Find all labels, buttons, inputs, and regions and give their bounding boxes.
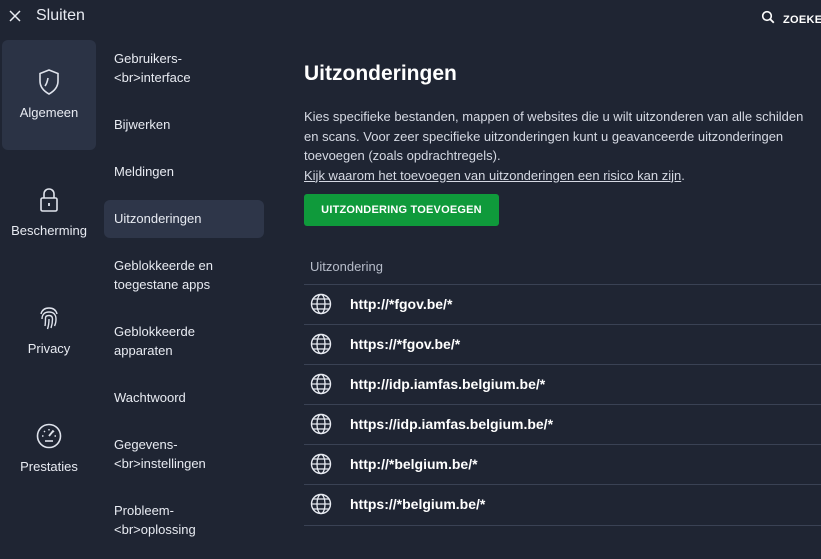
exception-row[interactable]: http://*fgov.be/* — [304, 284, 821, 325]
category-label: Privacy — [27, 341, 71, 356]
submenu-label: Geblokkeerde en — [114, 258, 214, 273]
top-bar: Sluiten ZOEKEN — [0, 0, 821, 34]
globe-icon — [310, 373, 332, 400]
submenu-label-line2: <br>instellingen — [114, 456, 206, 471]
submenu-label: Bijwerken — [114, 117, 171, 132]
link-suffix: . — [681, 167, 685, 183]
globe-icon — [310, 293, 332, 320]
category-label: Algemeen — [19, 105, 79, 120]
submenu-label-line2: <br>oplossing — [114, 522, 196, 537]
exception-row[interactable]: http://*belgium.be/* — [304, 444, 821, 485]
category-prestaties[interactable]: Prestaties — [2, 416, 96, 526]
exception-url: https://*belgium.be/* — [350, 496, 486, 512]
submenu-gegevensinstellingen[interactable]: Gegevens- <br>instellingen — [104, 435, 264, 473]
globe-icon — [310, 453, 332, 480]
exception-row[interactable]: https://idp.iamfas.belgium.be/* — [304, 404, 821, 445]
submenu-uitzonderingen[interactable]: Uitzonderingen — [104, 200, 264, 238]
exception-url: https://idp.iamfas.belgium.be/* — [350, 416, 554, 432]
description: Kies specifieke bestanden, mappen of web… — [304, 107, 809, 185]
globe-icon — [310, 333, 332, 360]
submenu-label-line2: <br>interface — [114, 70, 191, 85]
close-icon[interactable] — [8, 7, 22, 25]
submenu-label: Meldingen — [114, 164, 174, 179]
globe-icon — [310, 493, 332, 520]
submenu-meldingen[interactable]: Meldingen — [104, 162, 264, 181]
category-bescherming[interactable]: Bescherming — [2, 180, 96, 290]
category-algemeen[interactable]: Algemeen — [2, 40, 96, 150]
shield-icon — [2, 68, 96, 96]
submenu-label: Wachtwoord — [114, 390, 186, 405]
submenu-label: Gegevens- — [114, 437, 178, 452]
globe-icon — [310, 413, 332, 440]
lock-icon — [2, 186, 96, 214]
exception-url: http://*fgov.be/* — [350, 296, 453, 312]
submenu-probleemoplossing[interactable]: Probleem- <br>oplossing — [104, 501, 264, 539]
search-icon — [761, 10, 775, 29]
fingerprint-icon — [2, 304, 96, 332]
category-label: Bescherming — [11, 223, 87, 238]
exception-row[interactable]: https://*fgov.be/* — [304, 324, 821, 365]
search-label: ZOEKEN — [783, 13, 821, 26]
submenu-gebruikersinterface[interactable]: Gebruikers- <br>interface — [104, 49, 264, 87]
category-label: Prestaties — [20, 459, 78, 474]
category-privacy[interactable]: Privacy — [2, 298, 96, 408]
submenu-geblokkeerde-apparaten[interactable]: Geblokkeerde apparaten — [104, 322, 264, 360]
exception-url: http://*belgium.be/* — [350, 456, 478, 472]
exception-row[interactable]: https://*belgium.be/* — [304, 484, 821, 526]
submenu-bijwerken[interactable]: Bijwerken — [104, 115, 264, 134]
submenu-label: Gebruikers- — [114, 51, 182, 66]
description-text: Kies specifieke bestanden, mappen of web… — [304, 109, 804, 163]
page-title: Uitzonderingen — [304, 62, 457, 85]
exception-url: http://idp.iamfas.belgium.be/* — [350, 376, 546, 392]
column-header: Uitzondering — [310, 259, 383, 274]
submenu-label: Geblokkeerde — [114, 324, 195, 339]
submenu-geblokkeerde-apps[interactable]: Geblokkeerde en toegestane apps — [104, 256, 264, 294]
submenu-wachtwoord[interactable]: Wachtwoord — [104, 388, 264, 407]
close-button[interactable]: Sluiten — [36, 7, 85, 25]
add-exception-button[interactable]: UITZONDERING TOEVOEGEN — [304, 194, 499, 226]
submenu-label: Uitzonderingen — [114, 211, 202, 226]
exception-url: https://*fgov.be/* — [350, 336, 461, 352]
submenu-label-line2: apparaten — [114, 343, 173, 358]
search-button[interactable]: ZOEKEN — [761, 10, 821, 29]
submenu-label: Probleem- — [114, 503, 174, 518]
submenu-label-line2: toegestane apps — [114, 277, 211, 292]
speedometer-icon — [2, 422, 96, 450]
risk-info-link[interactable]: Kijk waarom het toevoegen van uitzonderi… — [304, 168, 681, 183]
exception-row[interactable]: http://idp.iamfas.belgium.be/* — [304, 364, 821, 405]
